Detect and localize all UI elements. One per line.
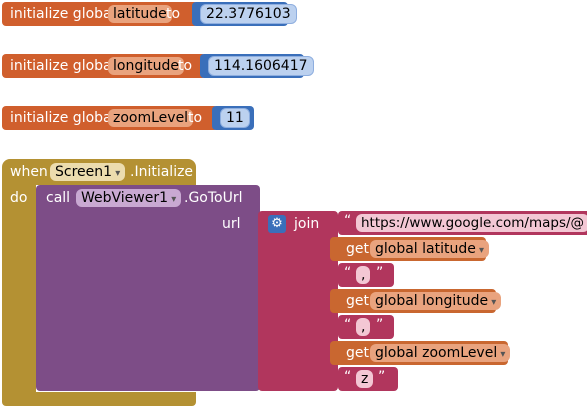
get-global-latitude-block[interactable]: get global latitude: [330, 237, 490, 261]
variable-name-field[interactable]: latitude: [108, 5, 172, 23]
get-label: get: [346, 241, 369, 257]
mutator-gear-icon[interactable]: ⚙: [268, 215, 286, 233]
init-global-label: initialize global: [10, 6, 116, 22]
text-block-comma[interactable]: “ , ”: [338, 263, 394, 287]
number-field[interactable]: 114.1606417: [208, 56, 314, 76]
call-webviewer-gotourl-block[interactable]: call WebViewer1 .GoToUrl url: [36, 185, 260, 391]
component-dropdown[interactable]: Screen1: [50, 163, 126, 181]
open-quote: “: [344, 369, 352, 385]
number-block-zoom[interactable]: 11: [212, 106, 254, 130]
comma-text-field[interactable]: ,: [356, 266, 371, 284]
join-block[interactable]: ⚙ join: [258, 211, 338, 391]
open-quote: “: [344, 317, 352, 333]
to-label: to: [188, 110, 203, 126]
to-label: to: [178, 58, 193, 74]
open-quote: “: [344, 265, 352, 281]
webviewer-dropdown[interactable]: WebViewer1: [76, 189, 182, 207]
init-global-label: initialize global: [10, 58, 116, 74]
get-label: get: [346, 345, 369, 361]
url-text-field[interactable]: https://www.google.com/maps/@: [356, 214, 587, 232]
z-text-field[interactable]: z: [356, 370, 374, 388]
when-screen-initialize-block[interactable]: when Screen1 .Initialize: [2, 159, 196, 185]
close-quote: ”: [378, 369, 386, 385]
call-label: call: [46, 190, 71, 206]
event-name-label: .Initialize: [130, 164, 194, 180]
get-label: get: [346, 293, 369, 309]
url-param-label: url: [222, 216, 241, 232]
event-bottom-bar: [2, 392, 196, 406]
close-quote: ”: [376, 265, 384, 281]
number-field[interactable]: 22.3776103: [200, 4, 297, 24]
close-quote: ”: [376, 317, 384, 333]
text-block-comma[interactable]: “ , ”: [338, 315, 394, 339]
init-global-longitude-block[interactable]: initialize global longitude to: [2, 54, 206, 78]
variable-name-field[interactable]: longitude: [108, 57, 184, 75]
text-block-z[interactable]: “ z ”: [338, 367, 398, 391]
text-block-url[interactable]: “ https://www.google.com/maps/@: [338, 211, 587, 235]
method-label: .GoToUrl: [184, 190, 243, 206]
comma-text-field[interactable]: ,: [356, 318, 371, 336]
number-block-longitude[interactable]: 114.1606417: [200, 54, 314, 78]
init-global-label: initialize global: [10, 110, 116, 126]
variable-dropdown[interactable]: global longitude: [370, 292, 502, 310]
init-global-latitude-block[interactable]: initialize global latitude to: [2, 2, 198, 26]
open-quote: “: [344, 213, 352, 229]
get-global-longitude-block[interactable]: get global longitude: [330, 289, 502, 313]
init-global-zoomlevel-block[interactable]: initialize global zoomLevel to: [2, 106, 218, 130]
variable-dropdown[interactable]: global latitude: [370, 240, 490, 258]
when-label: when: [10, 164, 48, 180]
join-label: join: [294, 216, 320, 232]
variable-name-field[interactable]: zoomLevel: [108, 109, 194, 127]
event-do-arm: do: [2, 185, 36, 395]
to-label: to: [166, 6, 181, 22]
number-field[interactable]: 11: [220, 108, 250, 128]
get-global-zoomlevel-block[interactable]: get global zoomLevel: [330, 341, 511, 365]
do-label: do: [10, 190, 28, 206]
number-block-latitude[interactable]: 22.3776103: [192, 2, 297, 26]
variable-dropdown[interactable]: global zoomLevel: [370, 344, 511, 362]
